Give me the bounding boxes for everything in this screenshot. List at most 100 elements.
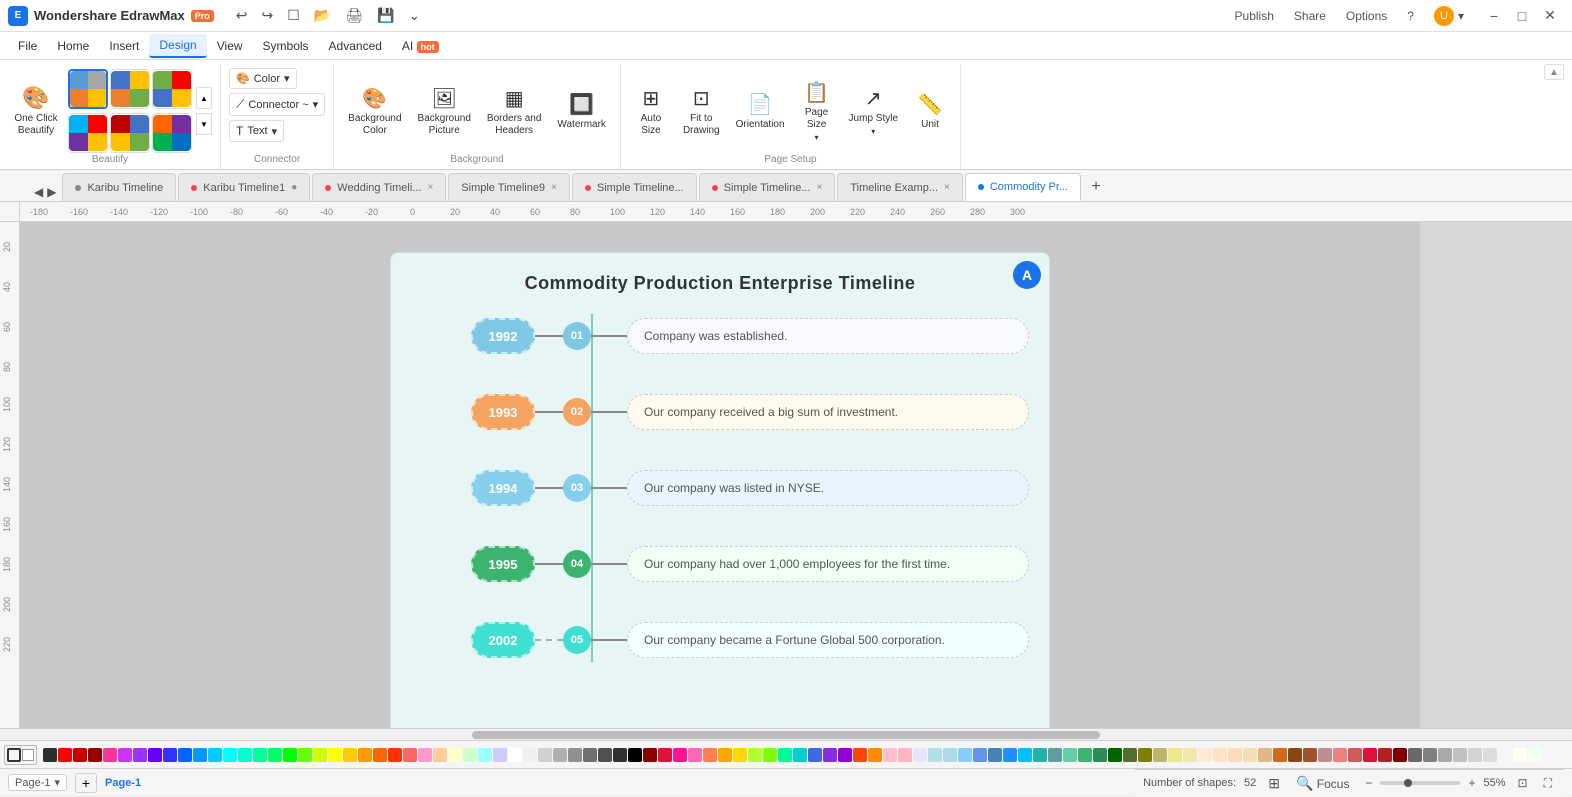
color-swatch-8[interactable]	[163, 748, 177, 762]
tab-karibu-timeline1[interactable]: Karibu Timeline1 ●	[178, 173, 310, 201]
color-swatch-10[interactable]	[193, 748, 207, 762]
color-swatch-52[interactable]	[823, 748, 837, 762]
color-swatch-89[interactable]	[1378, 748, 1392, 762]
zoom-slider-track[interactable]	[1380, 781, 1460, 785]
more-button[interactable]: ⌄	[402, 3, 426, 28]
undo-button[interactable]: ↩	[230, 3, 254, 28]
color-swatch-58[interactable]	[913, 748, 927, 762]
color-swatch-20[interactable]	[343, 748, 357, 762]
color-swatch-16[interactable]	[283, 748, 297, 762]
color-swatch-70[interactable]	[1093, 748, 1107, 762]
tab-close[interactable]: ×	[551, 182, 557, 193]
color-swatch-76[interactable]	[1183, 748, 1197, 762]
color-swatch-22[interactable]	[373, 748, 387, 762]
color-swatch-61[interactable]	[958, 748, 972, 762]
color-swatch-36[interactable]	[583, 748, 597, 762]
connector-style-button[interactable]: ⟋ Connector ~ ▾	[229, 93, 325, 116]
color-swatch-32[interactable]	[523, 748, 537, 762]
theme-scroll-down[interactable]: ▼	[196, 113, 212, 135]
color-swatch-1[interactable]	[58, 748, 72, 762]
publish-button[interactable]: Publish	[1227, 5, 1282, 27]
color-swatch-79[interactable]	[1228, 748, 1242, 762]
color-swatch-50[interactable]	[793, 748, 807, 762]
orientation-button[interactable]: 📄 Orientation	[730, 79, 791, 143]
color-swatch-46[interactable]	[733, 748, 747, 762]
color-swatch-45[interactable]	[718, 748, 732, 762]
color-swatch-96[interactable]	[1483, 748, 1497, 762]
fit-page-button[interactable]: ⊡	[1514, 774, 1532, 792]
theme-5[interactable]	[110, 113, 150, 153]
tab-simple-timeline9[interactable]: Simple Timeline9 ×	[448, 173, 570, 201]
zoom-in-button[interactable]: +	[1464, 774, 1479, 792]
color-swatch-39[interactable]	[628, 748, 642, 762]
color-swatch-19[interactable]	[328, 748, 342, 762]
tab-close[interactable]: ●	[291, 182, 297, 193]
theme-4[interactable]	[68, 113, 108, 153]
color-swatch-49[interactable]	[778, 748, 792, 762]
menu-symbols[interactable]: Symbols	[253, 35, 319, 57]
tab-timeline-example[interactable]: Timeline Examp... ×	[837, 173, 962, 201]
help-button[interactable]: ?	[1399, 5, 1422, 27]
theme-2[interactable]	[110, 69, 150, 109]
menu-insert[interactable]: Insert	[99, 35, 149, 57]
color-swatch-95[interactable]	[1468, 748, 1482, 762]
color-swatch-57[interactable]	[898, 748, 912, 762]
color-swatch-77[interactable]	[1198, 748, 1212, 762]
color-swatch-41[interactable]	[658, 748, 672, 762]
color-swatch-81[interactable]	[1258, 748, 1272, 762]
tab-karibu-timeline[interactable]: Karibu Timeline	[62, 173, 176, 201]
color-swatch-63[interactable]	[988, 748, 1002, 762]
color-swatch-14[interactable]	[253, 748, 267, 762]
color-swatch-66[interactable]	[1033, 748, 1047, 762]
color-swatch-13[interactable]	[238, 748, 252, 762]
color-swatch-48[interactable]	[763, 748, 777, 762]
color-swatch-80[interactable]	[1243, 748, 1257, 762]
color-swatch-54[interactable]	[853, 748, 867, 762]
color-swatch-90[interactable]	[1393, 748, 1407, 762]
focus-button[interactable]: 🔍 Focus	[1292, 773, 1353, 794]
bg-picture-button[interactable]: 🖼 BackgroundPicture	[412, 79, 477, 143]
color-swatch-9[interactable]	[178, 748, 192, 762]
color-swatch-60[interactable]	[943, 748, 957, 762]
minimize-button[interactable]: −	[1480, 2, 1508, 30]
color-swatch-86[interactable]	[1333, 748, 1347, 762]
color-swatch-51[interactable]	[808, 748, 822, 762]
color-button[interactable]: 🎨 Color ▾	[229, 68, 297, 89]
fit-to-drawing-button[interactable]: ⊡ Fit toDrawing	[677, 79, 726, 143]
color-swatch-65[interactable]	[1018, 748, 1032, 762]
tab-simple-timeline-b[interactable]: Simple Timeline... ×	[699, 173, 836, 201]
color-swatch-34[interactable]	[553, 748, 567, 762]
layers-button[interactable]: ⊞	[1264, 773, 1284, 794]
color-swatch-28[interactable]	[463, 748, 477, 762]
text-style-button[interactable]: T Text ▾	[229, 120, 284, 142]
page-selector[interactable]: Page-1 ▾	[8, 774, 67, 791]
options-button[interactable]: Options	[1338, 5, 1395, 27]
color-swatch-91[interactable]	[1408, 748, 1422, 762]
color-swatch-0[interactable]	[43, 748, 57, 762]
color-swatch-37[interactable]	[598, 748, 612, 762]
color-swatch-82[interactable]	[1273, 748, 1287, 762]
color-swatch-21[interactable]	[358, 748, 372, 762]
redo-button[interactable]: ↪	[256, 3, 280, 28]
color-swatch-24[interactable]	[403, 748, 417, 762]
color-swatch-25[interactable]	[418, 748, 432, 762]
color-swatch-75[interactable]	[1168, 748, 1182, 762]
color-swatch-92[interactable]	[1423, 748, 1437, 762]
color-swatch-87[interactable]	[1348, 748, 1362, 762]
color-swatch-33[interactable]	[538, 748, 552, 762]
color-swatch-62[interactable]	[973, 748, 987, 762]
color-swatch-23[interactable]	[388, 748, 402, 762]
color-swatch-6[interactable]	[133, 748, 147, 762]
add-tab-button[interactable]: +	[1083, 173, 1109, 201]
color-swatch-83[interactable]	[1288, 748, 1302, 762]
color-swatch-35[interactable]	[568, 748, 582, 762]
tab-simple-timeline-a[interactable]: Simple Timeline...	[572, 173, 697, 201]
tab-wedding-timeline[interactable]: Wedding Timeli... ×	[312, 173, 446, 201]
tab-close[interactable]: ×	[817, 182, 823, 193]
color-swatch-26[interactable]	[433, 748, 447, 762]
add-page-button[interactable]: +	[75, 773, 97, 793]
menu-file[interactable]: File	[8, 35, 47, 57]
menu-view[interactable]: View	[207, 35, 253, 57]
canvas-area[interactable]: A Commodity Production Enterprise Timeli…	[20, 222, 1572, 728]
color-swatch-3[interactable]	[88, 748, 102, 762]
